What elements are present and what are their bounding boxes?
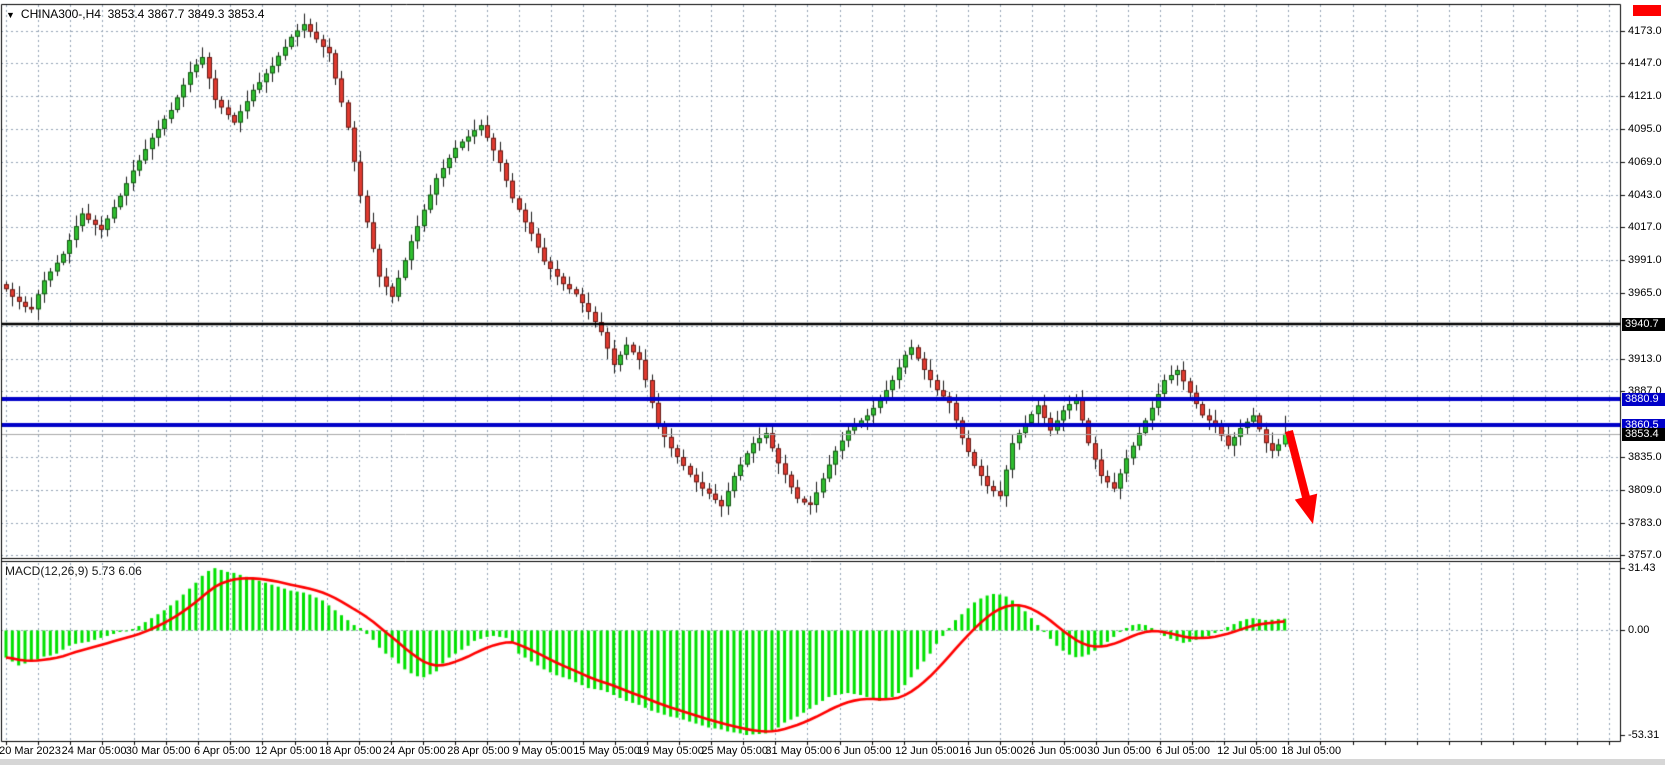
chevron-down-icon[interactable]: ▼ xyxy=(6,10,15,20)
price-axis-label: 3991.0 xyxy=(1628,254,1662,266)
time-axis-label: 12 Jun 05:00 xyxy=(895,745,959,757)
price-axis-label: 4095.0 xyxy=(1628,123,1662,135)
time-axis-label: 30 Jun 05:00 xyxy=(1087,745,1151,757)
price-axis-label: 4147.0 xyxy=(1628,57,1662,69)
time-axis-label: 24 Apr 05:00 xyxy=(383,745,445,757)
price-axis-label: 3809.0 xyxy=(1628,484,1662,496)
time-axis-label: 24 Mar 05:00 xyxy=(62,745,127,757)
macd-axis-label: 0.00 xyxy=(1628,624,1649,636)
chart-window: ▼ CHINA300-,H4 3853.4 3867.7 3849.3 3853.… xyxy=(0,0,1665,765)
time-axis-label: 6 Apr 05:00 xyxy=(194,745,250,757)
time-axis-label: 12 Apr 05:00 xyxy=(255,745,317,757)
symbol-period-label: CHINA300-,H4 xyxy=(21,7,101,21)
time-axis-label: 15 May 05:00 xyxy=(573,745,640,757)
price-axis-label: 4043.0 xyxy=(1628,189,1662,201)
time-axis-label: 19 May 05:00 xyxy=(637,745,704,757)
time-axis-label: 16 Jun 05:00 xyxy=(959,745,1023,757)
price-axis-label: 3783.0 xyxy=(1628,517,1662,529)
macd-indicator-label: MACD(12,26,9) 5.73 6.06 xyxy=(5,564,142,578)
macd-axis-label: -53.31 xyxy=(1628,729,1659,741)
price-axis-label: 4173.0 xyxy=(1628,25,1662,37)
price-axis-label: 3965.0 xyxy=(1628,287,1662,299)
price-axis-label: 3757.0 xyxy=(1628,549,1662,561)
time-axis-label: 18 Apr 05:00 xyxy=(319,745,381,757)
time-axis-label: 9 May 05:00 xyxy=(512,745,573,757)
time-axis-label: 20 Mar 2023 xyxy=(0,745,61,757)
red-marker[interactable] xyxy=(1633,5,1661,16)
macd-axis-label: 31.43 xyxy=(1628,562,1656,574)
price-axis-label: 4017.0 xyxy=(1628,221,1662,233)
price-axis-label: 3835.0 xyxy=(1628,451,1662,463)
macd-signal-value: 6.06 xyxy=(118,564,141,578)
macd-value: 5.73 xyxy=(92,564,115,578)
symbol-overlay: ▼ CHINA300-,H4 3853.4 3867.7 3849.3 3853.… xyxy=(6,7,264,21)
time-axis-label: 6 Jun 05:00 xyxy=(834,745,892,757)
price-tag: 3853.4 xyxy=(1622,428,1665,441)
time-axis-label: 30 Mar 05:00 xyxy=(126,745,191,757)
price-axis-label: 4069.0 xyxy=(1628,156,1662,168)
price-tag: 3880.9 xyxy=(1622,393,1665,406)
price-axis-label: 3913.0 xyxy=(1628,353,1662,365)
time-axis-label: 28 Apr 05:00 xyxy=(447,745,509,757)
price-axis-label: 4121.0 xyxy=(1628,90,1662,102)
time-axis-label: 12 Jul 05:00 xyxy=(1217,745,1277,757)
price-tag: 3940.7 xyxy=(1622,318,1665,331)
time-axis-label: 26 Jun 05:00 xyxy=(1023,745,1087,757)
window-bottom-strip xyxy=(0,759,1665,765)
time-axis-label: 25 May 05:00 xyxy=(701,745,768,757)
candlestick-chart[interactable] xyxy=(0,0,1665,765)
time-axis-label: 31 May 05:00 xyxy=(765,745,832,757)
time-axis-label: 18 Jul 05:00 xyxy=(1281,745,1341,757)
time-axis-label: 6 Jul 05:00 xyxy=(1156,745,1210,757)
ohlc-values: 3853.4 3867.7 3849.3 3853.4 xyxy=(108,7,265,21)
